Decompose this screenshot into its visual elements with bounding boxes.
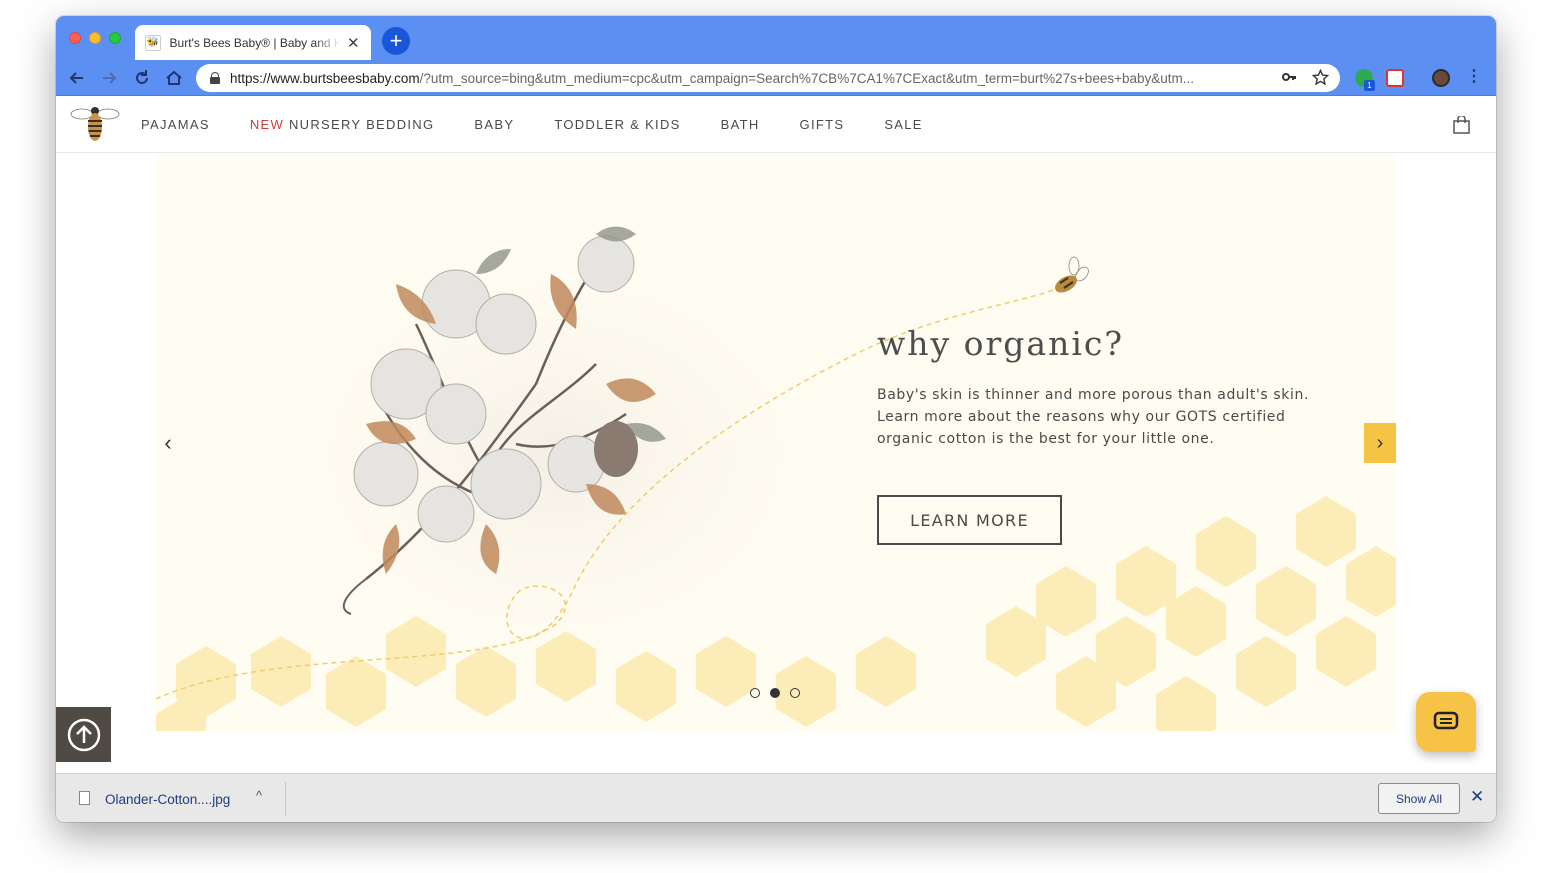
tab-strip: 🐝 Burt's Bees Baby® | Baby and Kids Orga… — [56, 16, 1496, 60]
chat-bubble-icon — [1433, 711, 1459, 730]
profile-avatar[interactable] — [1432, 69, 1450, 87]
browser-window: 🐝 Burt's Bees Baby® | Baby and Kids Orga… — [56, 16, 1496, 822]
key-icon[interactable] — [1281, 69, 1297, 88]
download-file-name[interactable]: Olander-Cotton....jpg — [105, 792, 230, 807]
main-nav: PAJAMAS NEW NURSERY BEDDING BABY TODDLER… — [141, 96, 923, 153]
chevron-up-icon[interactable]: ^ — [256, 788, 262, 803]
bee-favicon-icon: 🐝 — [145, 34, 161, 51]
lock-icon — [210, 72, 220, 84]
carousel-dot-2[interactable] — [770, 688, 780, 698]
browser-menu-icon[interactable]: ⋮ — [1466, 66, 1482, 86]
carousel-dot-3[interactable] — [790, 688, 800, 698]
carousel-prev-arrow-icon[interactable]: ‹ — [158, 428, 178, 458]
pocket-extension-icon[interactable] — [1386, 69, 1404, 87]
download-bar: Olander-Cotton....jpg ^ Show All ✕ — [56, 773, 1496, 822]
burts-bees-logo[interactable] — [70, 104, 120, 146]
nav-sale[interactable]: SALE — [884, 117, 922, 132]
carousel-dots — [750, 688, 800, 698]
website-viewport: PAJAMAS NEW NURSERY BEDDING BABY TODDLER… — [56, 96, 1496, 773]
hero-body-text: Baby's skin is thinner and more porous t… — [877, 387, 1309, 447]
close-icon[interactable]: ✕ — [1470, 787, 1484, 807]
site-header: PAJAMAS NEW NURSERY BEDDING BABY TODDLER… — [56, 96, 1496, 153]
nav-gifts[interactable]: GIFTS — [800, 117, 845, 132]
carousel-next-arrow-icon[interactable]: › — [1364, 423, 1396, 463]
bookmark-star-icon[interactable] — [1311, 68, 1330, 89]
carousel-dot-1[interactable] — [750, 688, 760, 698]
new-tab-button[interactable]: + — [382, 27, 410, 55]
divider — [285, 782, 286, 816]
browser-toolbar: https://www.burtsbeesbaby.com/?utm_sourc… — [56, 60, 1496, 96]
forward-arrow-icon[interactable] — [98, 67, 120, 89]
address-bar[interactable]: https://www.burtsbeesbaby.com/?utm_sourc… — [196, 64, 1340, 92]
nav-baby[interactable]: BABY — [474, 117, 514, 132]
url-text[interactable]: https://www.burtsbeesbaby.com/?utm_sourc… — [230, 71, 1270, 86]
tab-close-icon[interactable]: ✕ — [346, 34, 361, 52]
chat-button[interactable] — [1416, 692, 1476, 752]
bee-illustration — [1055, 256, 1089, 293]
tab-title: Burt's Bees Baby® | Baby and Kids Organi… — [169, 35, 340, 50]
learn-more-button[interactable]: LEARN MORE — [877, 495, 1062, 545]
hero-carousel: ‹ why organic? Baby's skin is thinner an… — [156, 154, 1396, 731]
maximize-window-button[interactable] — [109, 32, 121, 44]
arrow-up-circle-icon — [67, 718, 100, 751]
nav-pajamas[interactable]: PAJAMAS — [141, 117, 210, 132]
home-icon[interactable] — [163, 67, 185, 89]
extension-badge: 1 — [1364, 80, 1375, 91]
close-window-button[interactable] — [69, 32, 81, 44]
hero-title: why organic? — [877, 324, 1125, 363]
scroll-to-top-button[interactable] — [56, 707, 111, 762]
minimize-window-button[interactable] — [89, 32, 101, 44]
file-icon — [79, 791, 90, 805]
show-all-button[interactable]: Show All — [1378, 783, 1460, 814]
browser-tab[interactable]: 🐝 Burt's Bees Baby® | Baby and Kids Orga… — [135, 25, 371, 60]
nav-bath[interactable]: BATH — [721, 117, 760, 132]
nav-toddler-kids[interactable]: TODDLER & KIDS — [554, 117, 680, 132]
reload-icon[interactable] — [131, 67, 153, 89]
nav-nursery-bedding[interactable]: NEW NURSERY BEDDING — [250, 117, 435, 132]
back-arrow-icon[interactable] — [66, 67, 88, 89]
shopping-bag-icon[interactable] — [1453, 114, 1470, 134]
